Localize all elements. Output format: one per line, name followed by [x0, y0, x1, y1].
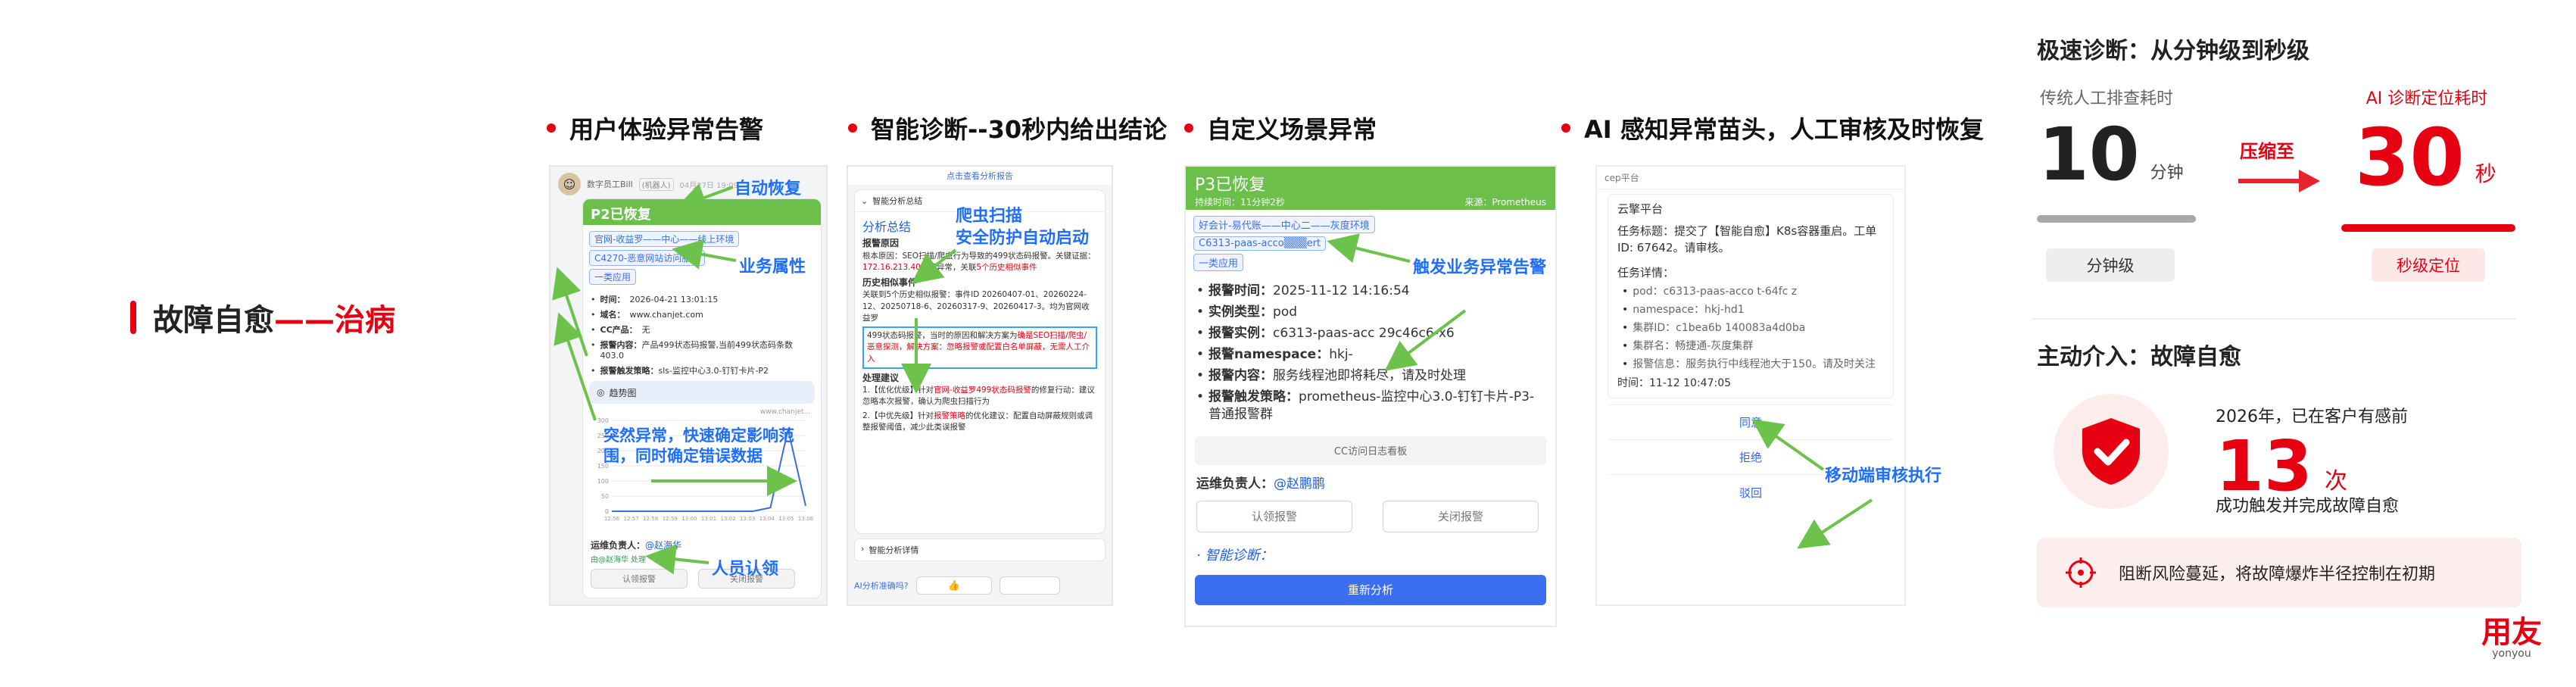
- healing-count: 13 次: [2216, 426, 2348, 507]
- speed-diagnosis-panel: 极速诊断：从分钟级到秒级 传统人工排查耗时 10 分钟 分钟级 压缩至 AI 诊…: [2037, 32, 2521, 344]
- ai-badge: 秒级定位: [2372, 248, 2485, 282]
- ai-label: AI 诊断定位耗时: [2365, 89, 2488, 108]
- manual-label: 传统人工排查耗时: [2040, 89, 2174, 108]
- risk-text: 阻断风险蔓延，将故障爆炸半径控制在初期: [2119, 565, 2436, 584]
- speed-title: 极速诊断：从分钟级到秒级: [2037, 38, 2309, 64]
- manual-metric: 10 分钟: [2038, 112, 2184, 197]
- shield-badge: [2054, 394, 2169, 509]
- manual-badge: 分钟级: [2046, 248, 2175, 282]
- shield-check-icon: [2082, 418, 2140, 485]
- self-healing-title: 主动介入：故障自愈: [2037, 344, 2241, 370]
- arrow-right-icon: [2238, 170, 2320, 192]
- manual-bar: [2037, 215, 2196, 223]
- risk-block-banner: 阻断风险蔓延，将故障爆炸半径控制在初期: [2037, 538, 2521, 607]
- self-healing-panel: 主动介入：故障自愈 2026年，已在客户有感前 13 次 成功触发并完成故障自愈…: [2037, 338, 2521, 626]
- yonyou-logo: 用友 yonyou: [2481, 615, 2542, 660]
- compress-label: 压缩至: [2240, 141, 2294, 162]
- ai-metric: 30 秒: [2355, 111, 2496, 204]
- target-icon: [2066, 557, 2096, 588]
- ai-bar: [2341, 224, 2515, 232]
- count-desc: 成功触发并完成故障自愈: [2216, 497, 2400, 516]
- panel-divider: [2032, 318, 2516, 320]
- year-text: 2026年，已在客户有感前: [2216, 408, 2408, 426]
